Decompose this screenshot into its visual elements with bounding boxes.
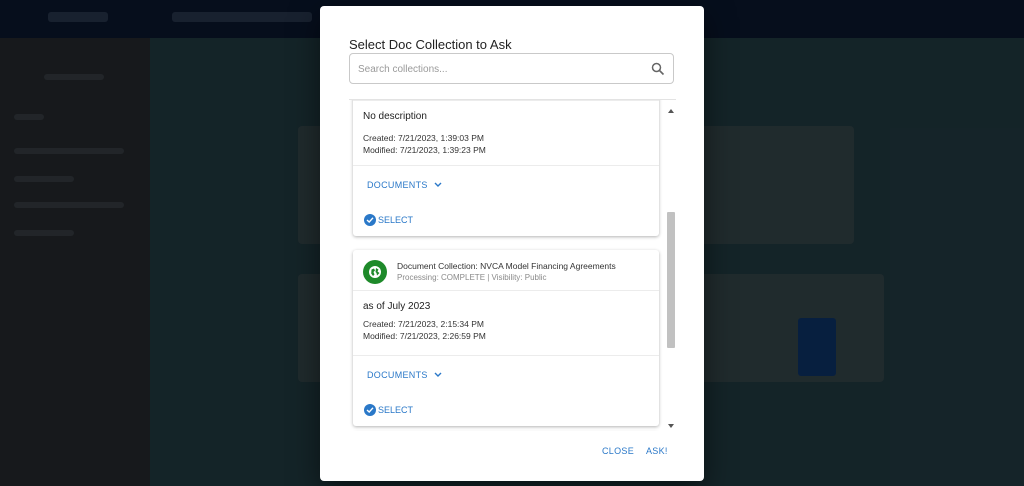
select-label: SELECT (378, 215, 414, 225)
scroll-down-icon[interactable] (668, 424, 674, 428)
chevron-down-icon (434, 372, 442, 377)
check-circle-icon (364, 404, 376, 416)
select-collection-dialog: Select Doc Collection to Ask No descript… (320, 6, 704, 481)
documents-button[interactable]: DOCUMENTS (367, 180, 442, 190)
scrollbar-thumb[interactable] (667, 212, 675, 348)
collection-card-header: Document Collection: NVCA Model Financin… (353, 250, 659, 291)
collection-card-body: No description Created: 7/21/2023, 1:39:… (353, 101, 659, 166)
dialog-title: Select Doc Collection to Ask (349, 37, 512, 52)
search-icon[interactable] (651, 62, 665, 76)
collection-created: Created: 7/21/2023, 1:39:03 PM (363, 133, 484, 143)
check-circle-icon (364, 214, 376, 226)
documents-button[interactable]: DOCUMENTS (367, 370, 442, 380)
collection-modified: Modified: 7/21/2023, 1:39:23 PM (363, 145, 486, 155)
collection-description: No description (363, 111, 427, 122)
collection-card-body: as of July 2023 Created: 7/21/2023, 2:15… (353, 291, 659, 356)
select-button[interactable]: SELECT (364, 214, 413, 226)
collection-card: No description Created: 7/21/2023, 1:39:… (353, 100, 659, 236)
scroll-up-icon[interactable] (668, 109, 674, 113)
search-box (349, 53, 674, 84)
collection-card-actions: DOCUMENTS SELECT (353, 166, 659, 236)
close-button[interactable]: CLOSE (602, 446, 634, 456)
collection-list[interactable]: No description Created: 7/21/2023, 1:39:… (349, 99, 676, 431)
chevron-down-icon (434, 182, 442, 187)
collection-list-scrollbar[interactable] (666, 106, 676, 431)
collection-created: Created: 7/21/2023, 2:15:34 PM (363, 319, 484, 329)
globe-icon (363, 260, 387, 284)
collection-status: Processing: COMPLETE | Visibility: Publi… (397, 273, 547, 282)
select-button[interactable]: SELECT (364, 404, 413, 416)
collection-card-actions: DOCUMENTS SELECT (353, 356, 659, 426)
collection-description: as of July 2023 (363, 301, 431, 312)
documents-label: DOCUMENTS (367, 180, 428, 190)
select-label: SELECT (378, 405, 414, 415)
collection-title: Document Collection: NVCA Model Financin… (397, 261, 616, 271)
documents-label: DOCUMENTS (367, 370, 428, 380)
search-input[interactable] (358, 60, 638, 78)
collection-card: Document Collection: NVCA Model Financin… (353, 250, 659, 426)
collection-modified: Modified: 7/21/2023, 2:26:59 PM (363, 331, 486, 341)
ask-button[interactable]: ASK! (646, 446, 668, 456)
